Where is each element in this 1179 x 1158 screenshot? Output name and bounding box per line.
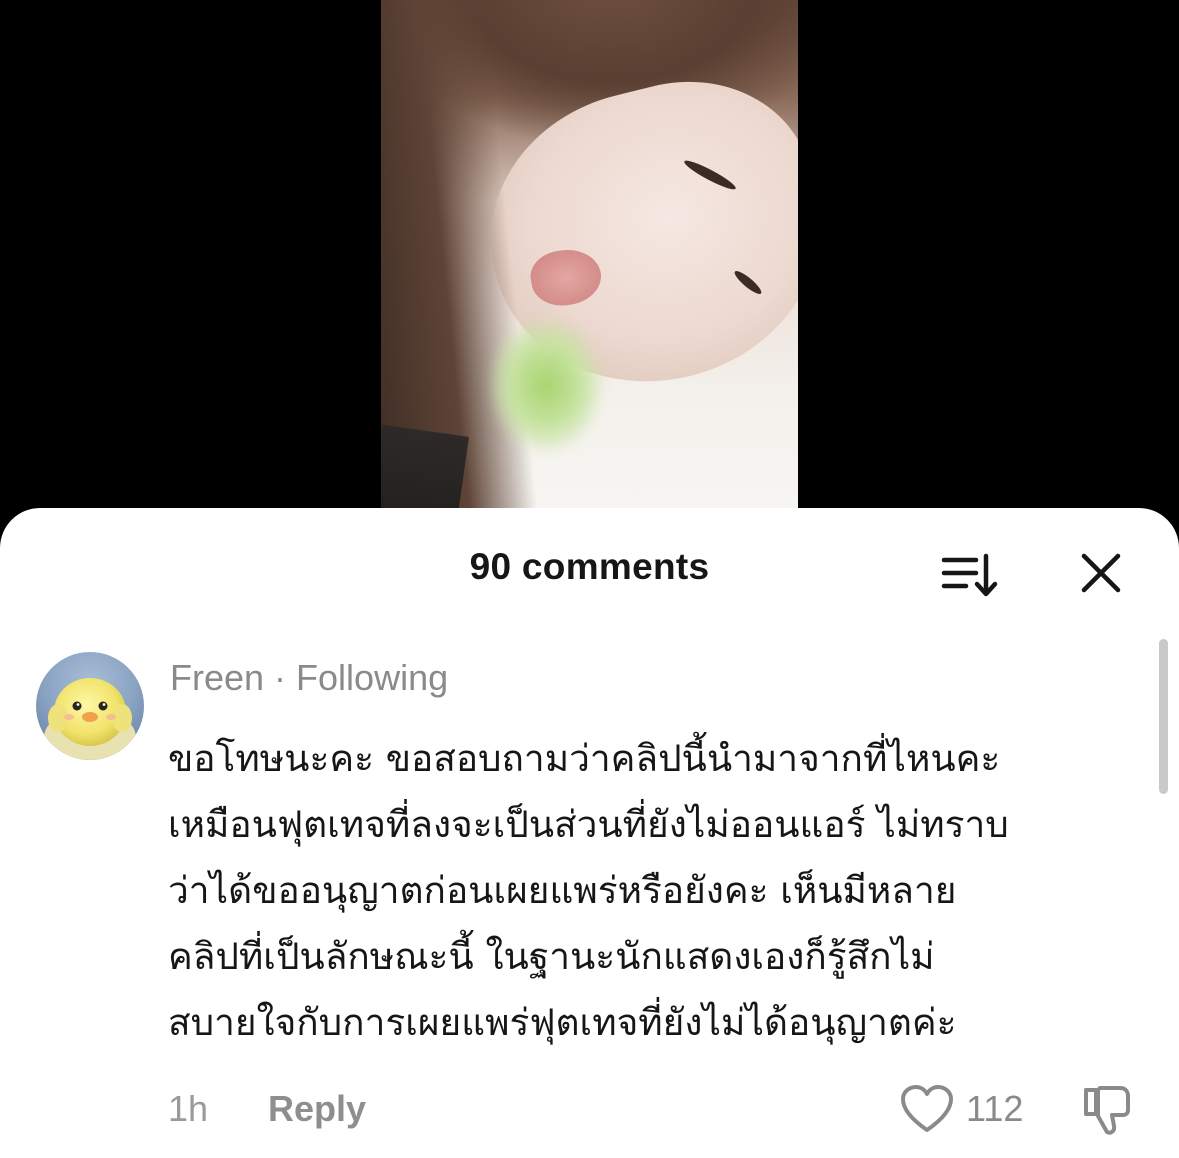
- sort-icon: [941, 553, 998, 597]
- video-frame[interactable]: [381, 0, 798, 530]
- heart-icon: [901, 1085, 953, 1132]
- sort-button[interactable]: [936, 548, 1000, 604]
- comment-time: 1h: [168, 1088, 209, 1129]
- video-leaf: [491, 320, 601, 450]
- comment-header: Freen · Following: [170, 657, 448, 699]
- scrollbar[interactable]: [1159, 639, 1168, 794]
- follow-status: Following: [296, 657, 449, 698]
- thumbs-down-icon: [1084, 1086, 1130, 1135]
- like-button[interactable]: [900, 1084, 954, 1136]
- comment-text: ขอโทษนะคะ ขอสอบถามว่าคลิปนี้นำมาจากที่ไห…: [168, 726, 1143, 1056]
- dislike-button[interactable]: [1080, 1082, 1136, 1138]
- separator-dot: ·: [274, 657, 287, 698]
- like-count: 112: [966, 1088, 1024, 1129]
- comment-line: ว่าได้ขออนุญาตก่อนเผยแพร่หรือยังคะ เห็นม…: [168, 869, 957, 912]
- comments-title: 90 comments: [469, 546, 710, 587]
- comment-line: คลิปที่เป็นลักษณะนี้ ในฐานะนักแสดงเองก็ร…: [168, 935, 935, 978]
- chick-avatar-icon: [36, 652, 144, 760]
- comments-sheet: 90 comments Freen · Following ขอโทษนะคะ …: [0, 508, 1179, 1158]
- avatar[interactable]: [36, 652, 144, 760]
- screen: 90 comments Freen · Following ขอโทษนะคะ …: [0, 0, 1179, 1158]
- close-icon: [1081, 553, 1121, 593]
- comment-line: เหมือนฟุตเทจที่ลงจะเป็นส่วนที่ยังไม่ออนแ…: [168, 803, 1009, 846]
- comment-line: ขอโทษนะคะ ขอสอบถามว่าคลิปนี้นำมาจากที่ไห…: [168, 737, 1001, 780]
- close-button[interactable]: [1076, 548, 1126, 598]
- username[interactable]: Freen: [170, 657, 264, 698]
- comment-line: สบายใจกับการเผยแพร่ฟุตเทจที่ยังไม่ได้อนุ…: [168, 1001, 957, 1044]
- reply-button[interactable]: Reply: [268, 1088, 366, 1130]
